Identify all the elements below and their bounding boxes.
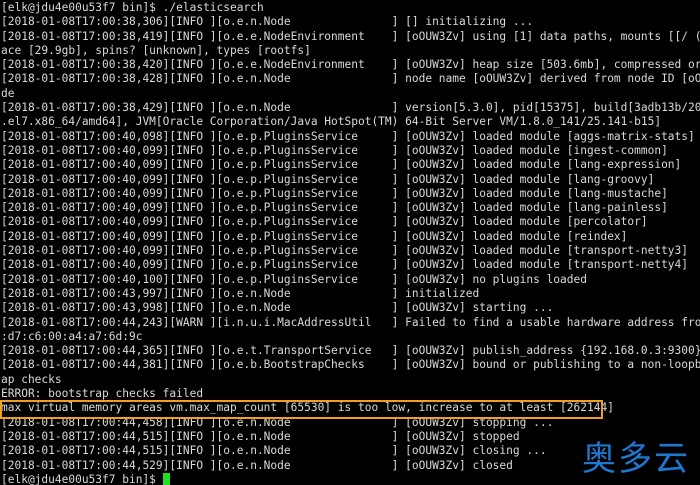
error-detail-line: max virtual memory areas vm.max_map_coun… (1, 401, 614, 415)
terminal-line: [2018-01-08T17:00:40,099][INFO ][o.e.p.P… (1, 215, 648, 229)
terminal-line: [2018-01-08T17:00:40,098][INFO ][o.e.p.P… (1, 129, 695, 143)
terminal-window[interactable]: [elk@jdu4e00u53f7 bin]$ ./elasticsearch … (0, 0, 700, 485)
terminal-line: [2018-01-08T17:00:44,458][INFO ][o.e.n.N… (1, 415, 554, 429)
terminal-line: ap checks (1, 372, 62, 386)
shell-prompt: [elk@jdu4e00u53f7 bin]$ (1, 472, 163, 485)
terminal-line: [2018-01-08T17:00:43,997][INFO ][o.e.n.N… (1, 286, 480, 300)
terminal-output: [elk@jdu4e00u53f7 bin]$ ./elasticsearch … (1, 1, 700, 485)
terminal-line: .el7.x86_64/amd64], JVM[Oracle Corporati… (1, 115, 662, 129)
terminal-line: [2018-01-08T17:00:44,365][INFO ][o.e.t.T… (1, 344, 700, 358)
terminal-line: [2018-01-08T17:00:40,099][INFO ][o.e.p.P… (1, 158, 682, 172)
terminal-line: [2018-01-08T17:00:38,420][INFO ][o.e.e.N… (1, 58, 700, 72)
terminal-line: [2018-01-08T17:00:40,099][INFO ][o.e.p.P… (1, 201, 668, 215)
terminal-line: [2018-01-08T17:00:40,099][INFO ][o.e.p.P… (1, 172, 655, 186)
terminal-line: [2018-01-08T17:00:38,306][INFO ][o.e.n.N… (1, 15, 534, 29)
terminal-line: [2018-01-08T17:00:44,243][WARN ][i.n.u.i… (1, 315, 700, 329)
terminal-line: [2018-01-08T17:00:40,099][INFO ][o.e.p.P… (1, 258, 689, 272)
error-line: ERROR: bootstrap checks failed (1, 387, 204, 401)
watermark-logo: 奥多云 (582, 439, 690, 479)
terminal-line: [2018-01-08T17:00:44,381][INFO ][o.e.b.B… (1, 358, 700, 372)
terminal-line: [2018-01-08T17:00:38,429][INFO ][o.e.n.N… (1, 101, 700, 115)
terminal-line: [2018-01-08T17:00:40,099][INFO ][o.e.p.P… (1, 186, 668, 200)
terminal-line: ace [29.9gb], spins? [unknown], types [r… (1, 43, 311, 57)
terminal-line: de (1, 86, 15, 100)
terminal-line: [2018-01-08T17:00:38,428][INFO ][o.e.n.N… (1, 72, 700, 86)
terminal-line: [2018-01-08T17:00:38,419][INFO ][o.e.e.N… (1, 29, 700, 43)
text-cursor (162, 472, 170, 485)
terminal-line: [elk@jdu4e00u53f7 bin]$ ./elasticsearch (1, 1, 264, 14)
terminal-line: [2018-01-08T17:00:40,099][INFO ][o.e.p.P… (1, 244, 689, 258)
terminal-line: [2018-01-08T17:00:40,100][INFO ][o.e.p.P… (1, 272, 587, 286)
terminal-line: :d7:c6:00:a4:a7:6d:9c (1, 329, 143, 343)
terminal-line: [2018-01-08T17:00:40,099][INFO ][o.e.p.P… (1, 143, 668, 157)
terminal-line: [2018-01-08T17:00:43,998][INFO ][o.e.n.N… (1, 301, 554, 315)
terminal-line: [2018-01-08T17:00:40,099][INFO ][o.e.p.P… (1, 229, 628, 243)
